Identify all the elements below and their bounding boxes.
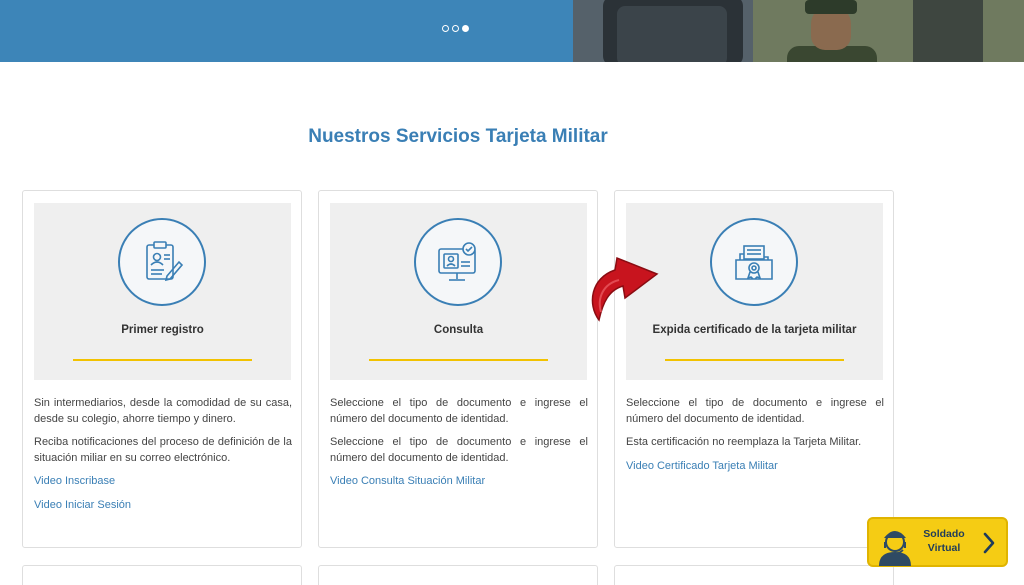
soldado-label-line1: Soldado <box>923 528 965 540</box>
section-title: Nuestros Servicios Tarjeta Militar <box>308 126 608 147</box>
card-description: Sin intermediarios, desde la comodidad d… <box>34 397 292 425</box>
card-description: Reciba notificaciones del proceso de def… <box>34 436 292 464</box>
video-consulta-situacion-link[interactable]: Video Consulta Situación Militar <box>330 474 588 490</box>
chevron-right-icon <box>983 532 995 554</box>
monitor-id-check-icon <box>414 218 502 306</box>
card-header: Primer registro <box>34 203 291 380</box>
card-description: Seleccione el tipo de documento e ingres… <box>626 397 884 425</box>
video-certificado-link[interactable]: Video Certificado Tarjeta Militar <box>626 459 884 475</box>
carousel-dot-1[interactable] <box>442 25 449 32</box>
card-title: Primer registro <box>121 324 204 336</box>
card-description: Esta certificación no reemplaza la Tarje… <box>626 436 862 448</box>
carousel-dot-3-active[interactable] <box>462 25 469 32</box>
soldado-virtual-button[interactable]: Soldado Virtual <box>867 517 1008 567</box>
curved-arrow-icon <box>591 256 659 322</box>
clipboard-pen-icon <box>118 218 206 306</box>
card-body: Seleccione el tipo de documento e ingres… <box>626 396 884 482</box>
video-iniciar-sesion-link[interactable]: Video Iniciar Sesión <box>34 498 292 514</box>
card-title-underline <box>369 359 548 361</box>
service-card-consulta: Consulta Seleccione el tipo de documento… <box>318 190 598 548</box>
service-card-certificado: Expida certificado de la tarjeta militar… <box>614 190 894 548</box>
card-description: Seleccione el tipo de documento e ingres… <box>330 397 588 425</box>
card-body: Sin intermediarios, desde la comodidad d… <box>34 396 292 521</box>
video-inscribase-link[interactable]: Video Inscribase <box>34 474 292 490</box>
card-header: Consulta <box>330 203 587 380</box>
card-title: Consulta <box>433 324 484 336</box>
soldado-label-line2: Virtual <box>927 542 961 554</box>
card-title-underline <box>665 359 844 361</box>
service-card-primer-registro: Primer registro Sin intermediarios, desd… <box>22 190 302 548</box>
soldado-virtual-label: Soldado Virtual <box>919 527 969 555</box>
hero-banner <box>0 0 1024 62</box>
card-body: Seleccione el tipo de documento e ingres… <box>330 396 588 498</box>
carousel-indicators <box>442 25 469 32</box>
certificate-folder-icon <box>710 218 798 306</box>
service-card-partial <box>614 565 894 585</box>
card-title: Expida certificado de la tarjeta militar <box>652 324 857 336</box>
soldier-avatar-icon <box>879 531 911 566</box>
service-card-partial <box>22 565 302 585</box>
banner-photo-soldier <box>573 0 1024 62</box>
card-description: Seleccione el tipo de documento e ingres… <box>330 436 588 464</box>
card-title-underline <box>73 359 252 361</box>
service-card-partial <box>318 565 598 585</box>
card-header: Expida certificado de la tarjeta militar <box>626 203 883 380</box>
carousel-dot-2[interactable] <box>452 25 459 32</box>
